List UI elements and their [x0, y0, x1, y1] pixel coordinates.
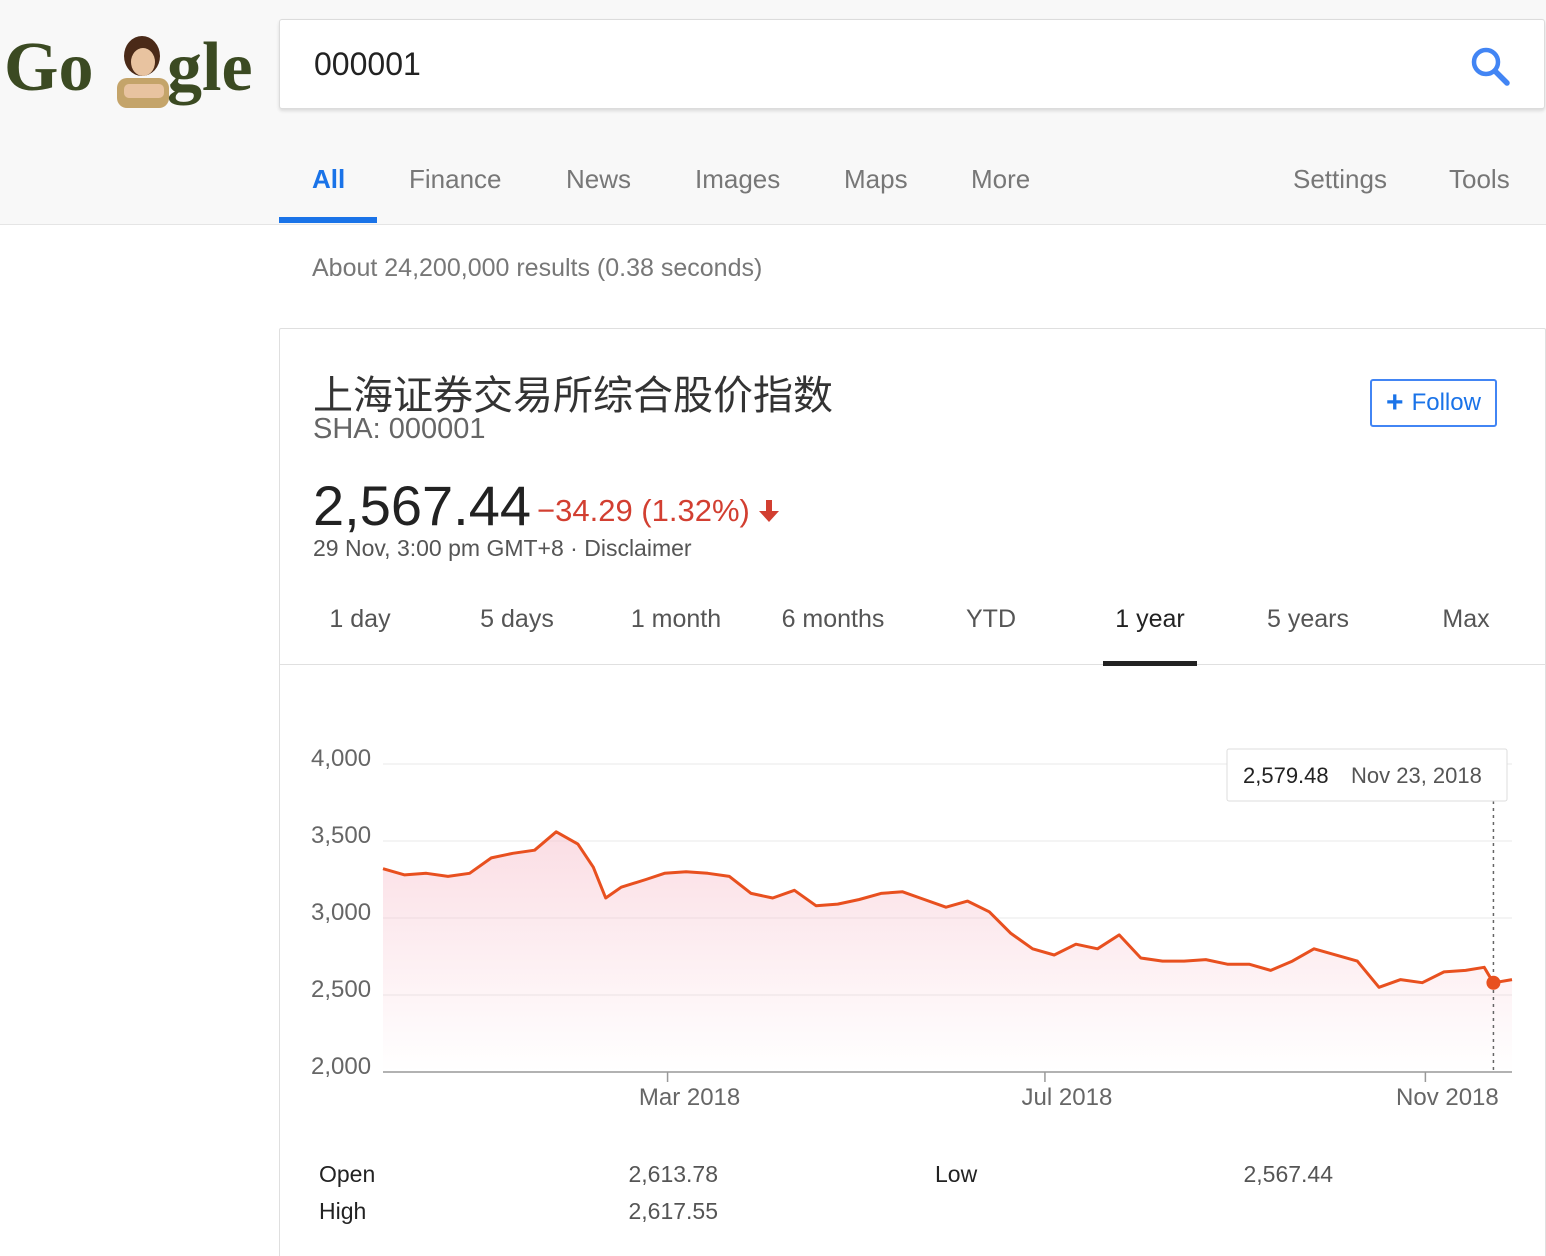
range-6-months[interactable]: 6 months [782, 605, 885, 634]
disclaimer-link[interactable]: Disclaimer [584, 535, 691, 561]
follow-button[interactable]: + Follow [1370, 379, 1497, 427]
x-tick-label: Jul 2018 [1022, 1084, 1113, 1111]
range-1-month[interactable]: 1 month [631, 605, 721, 634]
range-1-year[interactable]: 1 year [1115, 605, 1184, 634]
search-header: Go gle All Finance News Images Maps More… [0, 0, 1546, 225]
price-area-fill [383, 831, 1512, 1072]
active-range-indicator [1103, 661, 1197, 666]
stat-open-label: Open [319, 1161, 376, 1187]
range-5-days[interactable]: 5 days [480, 605, 554, 634]
stat-low-value: 2,567.44 [1243, 1161, 1333, 1187]
range-max[interactable]: Max [1442, 605, 1489, 634]
logo-text-right: gle [167, 29, 253, 106]
price-chart[interactable]: 4,000 3,500 3,000 2,500 2,000 Mar 2018 Jul 201… [280, 709, 1546, 1129]
search-input[interactable] [314, 42, 1414, 86]
tooltip-value: 2,579.48 [1243, 763, 1329, 788]
price-timestamp: 29 Nov, 3:00 pm GMT+8 [313, 535, 564, 561]
tab-tools[interactable]: Tools [1449, 164, 1510, 195]
tab-settings[interactable]: Settings [1293, 164, 1387, 195]
price-change: −34.29 (1.32%) [537, 493, 782, 529]
doodle-figure-icon [117, 36, 169, 108]
result-stats: About 24,200,000 results (0.38 seconds) [312, 254, 763, 282]
tab-images[interactable]: Images [695, 164, 780, 195]
tooltip-point [1486, 975, 1501, 990]
y-tick-label: 3,500 [311, 822, 371, 849]
y-tick-label: 4,000 [311, 745, 371, 772]
ticker-symbol: SHA: 000001 [313, 413, 486, 445]
search-button[interactable] [1466, 42, 1514, 90]
x-tick-label: Nov 2018 [1396, 1084, 1499, 1111]
price-timestamp-line: 29 Nov, 3:00 pm GMT+8 · Disclaimer [313, 535, 692, 562]
price-change-text: −34.29 (1.32%) [537, 493, 750, 528]
stat-high-value: 2,617.55 [628, 1198, 718, 1224]
tooltip-date: Nov 23, 2018 [1351, 763, 1482, 788]
tab-all[interactable]: All [312, 164, 345, 195]
x-tick-label: Mar 2018 [639, 1084, 740, 1111]
magnifier-icon [1471, 47, 1510, 86]
key-stats: Open 2,613.78 High 2,617.55 Low 2,567.44 [280, 1155, 1546, 1245]
finance-card: 上海证券交易所综合股价指数 SHA: 000001 + Follow 2,567… [279, 328, 1546, 1256]
y-tick-label: 3,000 [311, 899, 371, 926]
search-tabs: All Finance News Images Maps More Settin… [279, 140, 1546, 225]
arrow-down-icon [756, 498, 782, 524]
y-tick-label: 2,000 [311, 1053, 371, 1080]
plus-icon: + [1386, 386, 1404, 419]
logo-art: Go gle [4, 29, 253, 108]
time-range-tabs: 1 day 5 days 1 month 6 months YTD 1 year… [280, 585, 1546, 666]
tab-finance[interactable]: Finance [409, 164, 502, 195]
stat-high-label: High [319, 1198, 367, 1224]
range-5-years[interactable]: 5 years [1267, 605, 1349, 634]
range-ytd[interactable]: YTD [966, 605, 1016, 634]
y-tick-label: 2,500 [311, 976, 371, 1003]
current-price: 2,567.44 [313, 474, 531, 537]
range-1-day[interactable]: 1 day [329, 605, 390, 634]
tab-maps[interactable]: Maps [844, 164, 908, 195]
stat-low-label: Low [935, 1161, 978, 1187]
tab-news[interactable]: News [566, 164, 631, 195]
price-chart-svg: 4,000 3,500 3,000 2,500 2,000 Mar 2018 Jul 201… [311, 745, 1513, 1111]
stat-open-value: 2,613.78 [628, 1161, 718, 1187]
separator-dot: · [570, 535, 578, 561]
logo-text-left: Go [4, 29, 93, 106]
follow-label: Follow [1411, 389, 1481, 416]
google-doodle-logo[interactable]: Go gle [4, 22, 254, 118]
search-box [279, 19, 1545, 109]
active-tab-indicator [279, 217, 377, 223]
tab-more[interactable]: More [971, 164, 1030, 195]
